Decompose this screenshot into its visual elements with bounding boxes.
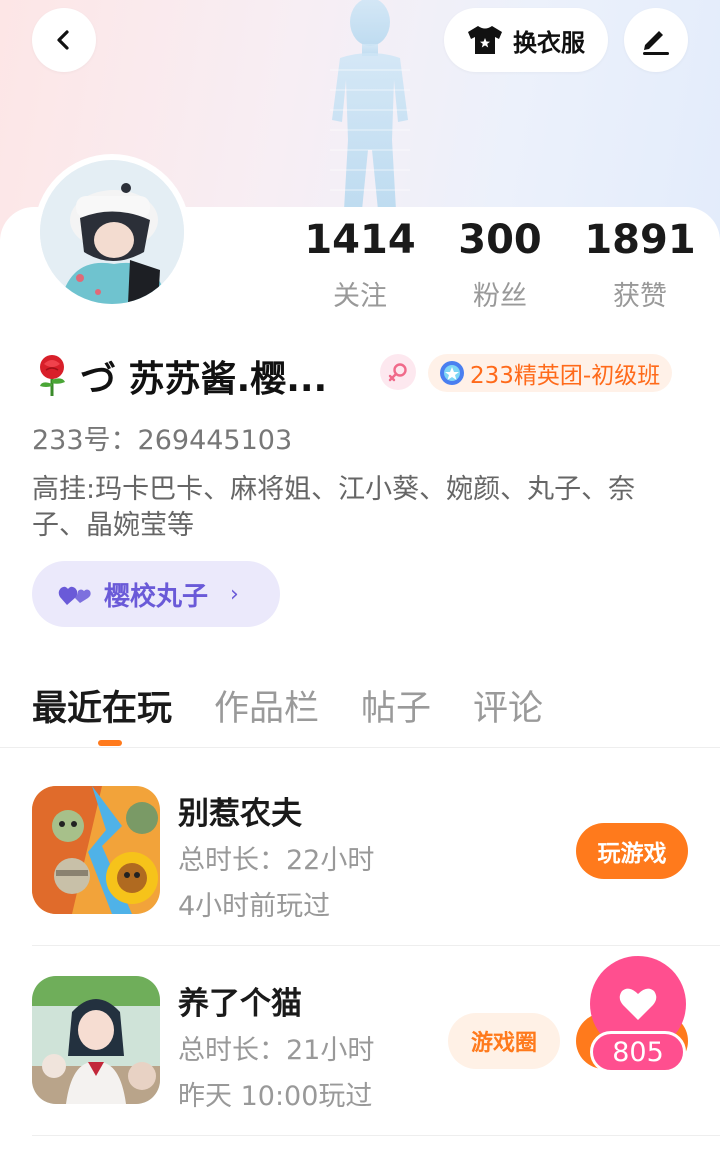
tab-recently-played[interactable]: 最近在玩 bbox=[32, 680, 172, 731]
stat-fans[interactable]: 300 粉丝 bbox=[430, 218, 570, 313]
tab-comments[interactable]: 评论 bbox=[473, 680, 543, 731]
username: づ 苏苏酱.樱... bbox=[80, 359, 328, 400]
interest-tag-label: 樱校丸子 bbox=[104, 581, 209, 612]
play-game-button[interactable]: 玩游戏 bbox=[576, 823, 688, 879]
game-icon bbox=[32, 976, 160, 1104]
pen-icon bbox=[643, 31, 669, 55]
chevron-left-icon bbox=[57, 30, 69, 50]
avatar[interactable] bbox=[34, 154, 190, 310]
profile-tabs: 最近在玩 作品栏 帖子 评论 bbox=[32, 680, 543, 731]
user-bio: 高挂:玛卡巴卡、麻将姐、江小葵、婉颜、丸子、奈子、晶婉莹等 bbox=[32, 474, 636, 541]
avatar-image bbox=[40, 160, 184, 304]
tab-posts[interactable]: 帖子 bbox=[361, 680, 431, 731]
game-play-duration: 总时长：21小时 bbox=[178, 1035, 375, 1066]
stat-likes-label: 获赞 bbox=[613, 281, 667, 312]
game-last-played: 4小时前玩过 bbox=[178, 891, 331, 922]
stat-likes[interactable]: 1891 获赞 bbox=[570, 218, 710, 313]
stat-following[interactable]: 1414 关注 bbox=[290, 218, 430, 313]
game-last-played: 昨天 10:00玩过 bbox=[178, 1081, 373, 1112]
game-title: 别惹农夫 bbox=[178, 796, 302, 832]
change-outfit-label: 换衣服 bbox=[513, 28, 585, 57]
stat-fans-label: 粉丝 bbox=[473, 281, 527, 312]
tab-works[interactable]: 作品栏 bbox=[214, 680, 319, 731]
game-title: 养了个猫 bbox=[178, 986, 302, 1022]
game-icon bbox=[32, 786, 160, 914]
list-divider bbox=[32, 945, 720, 946]
club-badge-label: 233精英团-初级班 bbox=[470, 363, 661, 389]
heart-icon bbox=[619, 988, 657, 1020]
stat-following-count: 1414 bbox=[304, 217, 416, 263]
user-id: 233号：269445103 bbox=[32, 425, 293, 456]
rose-icon bbox=[40, 355, 65, 396]
game-circle-button[interactable]: 游戏圈 bbox=[448, 1013, 560, 1069]
change-outfit-button[interactable]: 换衣服 bbox=[444, 8, 608, 72]
stat-fans-count: 300 bbox=[458, 217, 542, 263]
back-button[interactable] bbox=[32, 8, 96, 72]
club-badge[interactable]: 233精英团-初级班 bbox=[428, 354, 673, 392]
interest-tag-button[interactable]: 樱校丸子 › bbox=[32, 561, 280, 627]
active-tab-indicator bbox=[98, 740, 122, 746]
game-play-duration: 总时长：22小时 bbox=[178, 845, 375, 876]
chevron-right-icon: › bbox=[230, 581, 239, 607]
hearts-icon bbox=[58, 586, 91, 605]
gender-female-icon bbox=[380, 354, 416, 390]
list-divider bbox=[32, 1135, 720, 1136]
like-count-badge: 805 bbox=[590, 1031, 686, 1073]
edit-profile-button[interactable] bbox=[624, 8, 688, 72]
username-row: づ 苏苏酱.樱... bbox=[32, 350, 327, 402]
stat-following-label: 关注 bbox=[333, 281, 387, 312]
tabs-divider bbox=[0, 747, 720, 748]
avatar-3d-figure bbox=[330, 0, 410, 210]
club-badge-icon bbox=[440, 361, 464, 385]
tshirt-icon bbox=[468, 26, 502, 54]
stat-likes-count: 1891 bbox=[584, 217, 696, 263]
